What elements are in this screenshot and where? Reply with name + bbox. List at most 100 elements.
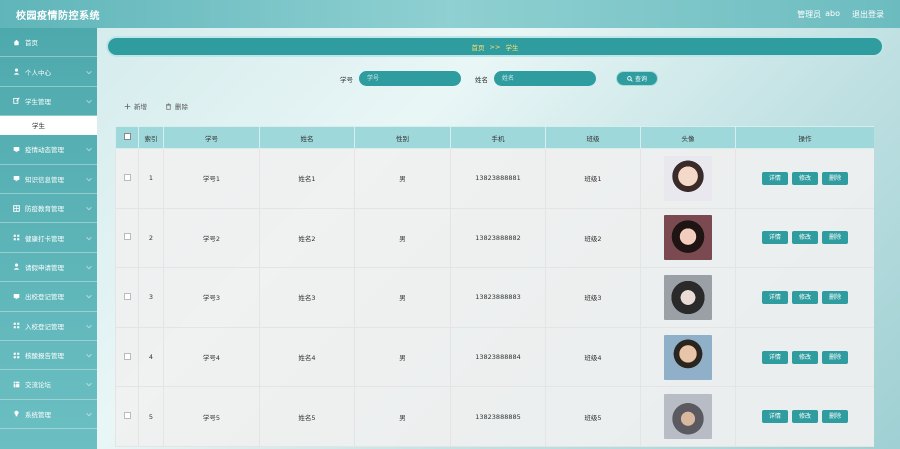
table-row: 2 学号2 姓名2 男 13823888882 班级2 详情 修改 删除 [115,207,874,269]
sidebar-item-label: 知识信息管理 [25,175,64,184]
sidebar-item-profile[interactable]: 个人中心 [0,57,97,87]
delete-row-button[interactable]: 删除 [822,231,849,245]
select-all-checkbox[interactable] [123,133,131,140]
sidebar-item-health-checkin[interactable]: 健康打卡管理 [0,223,97,253]
column-header: 手机 [450,126,546,149]
sidebar-item-epidemic-news[interactable]: 疫情动态管理 [0,135,97,165]
avatar [664,334,712,380]
logout-link[interactable]: 退出登录 [852,9,884,20]
grid-icon [12,204,20,212]
cell-student-id: 学号4 [163,326,260,388]
sidebar-subitem-student[interactable]: 学生 [0,116,97,136]
delete-row-button[interactable]: 删除 [822,171,849,185]
column-header: 班级 [545,126,641,149]
sidebar-item-exit-register[interactable]: 出校登记管理 [0,282,97,312]
delete-row-button[interactable]: 删除 [822,410,849,424]
chevron-down-icon [86,351,92,358]
avatar [664,274,712,320]
detail-button[interactable]: 详情 [761,410,788,424]
sidebar-item-forum[interactable]: 交流论坛 [0,370,97,400]
cell-student-id: 学号1 [163,148,260,209]
column-header: 学号 [163,126,260,149]
sidebar-item-leave[interactable]: 请假申请管理 [0,253,97,283]
table-row: 5 学号5 姓名5 男 13823888885 班级5 详情 修改 删除 [115,386,874,447]
detail-button[interactable]: 详情 [761,231,788,245]
breadcrumb-home[interactable]: 首页 [472,42,485,52]
sidebar-item-education[interactable]: 防疫教育管理 [0,194,97,224]
cell-phone: 13823888884 [450,326,546,388]
home-icon [12,38,20,46]
delete-row-button[interactable]: 删除 [822,290,849,304]
cell-class: 班级1 [545,148,641,209]
table-row: 1 学号1 姓名1 男 13823888881 班级1 详情 修改 删除 [115,148,874,209]
user-icon [12,263,20,271]
cell-phone: 13823888883 [450,267,546,328]
sidebar-item-home[interactable]: 首页 [0,28,97,58]
delete-row-button[interactable]: 删除 [822,350,849,364]
search-icon [627,75,633,82]
apps-icon [12,234,20,242]
top-right-group: 管理员 abo 退出登录 [797,9,884,20]
breadcrumb-separator: >> [489,42,501,51]
sidebar-item-entry-register[interactable]: 入校登记管理 [0,312,97,341]
edit-button[interactable]: 修改 [791,231,818,245]
add-button[interactable]: 新增 [124,101,147,111]
cell-phone: 13823888885 [450,386,546,447]
row-checkbox[interactable] [123,173,131,181]
search-button[interactable]: 查询 [616,71,658,86]
cell-gender: 男 [354,148,451,209]
top-bar: 校园疫情防控系统 管理员 abo 退出登录 [0,0,900,28]
sidebar-item-knowledge[interactable]: 知识信息管理 [0,165,97,194]
sidebar-item-system[interactable]: 系统管理 [0,400,97,430]
sidebar-item-label: 请假申请管理 [25,263,64,272]
row-checkbox[interactable] [123,292,131,300]
cell-name: 姓名2 [259,207,355,269]
edit-button[interactable]: 修改 [791,410,818,424]
table-header-row: 索引 学号 姓名 性别 手机 班级 头像 操作 [115,126,874,149]
cell-phone: 13823888881 [450,148,546,209]
student-id-input[interactable] [359,71,461,86]
trash-icon [166,102,171,110]
edit-button[interactable]: 修改 [791,171,818,185]
cell-gender: 男 [354,326,451,388]
row-checkbox[interactable] [123,233,131,241]
sidebar: 首页 个人中心 学生管理 学生 疫情动态管理 知识信息管理 防疫教育管理 健康打… [0,28,97,449]
detail-button[interactable]: 详情 [761,290,788,304]
delete-button[interactable]: 删除 [165,101,188,111]
edit-button[interactable]: 修改 [791,350,818,364]
chevron-down-icon [86,234,92,240]
table-row: 3 学号3 姓名3 男 13823888883 班级3 详情 修改 删除 [115,267,874,328]
chevron-down-icon [86,204,92,211]
cell-class: 班级2 [545,207,641,269]
detail-button[interactable]: 详情 [761,171,788,185]
edit-button[interactable]: 修改 [791,290,818,304]
row-checkbox[interactable] [123,352,131,360]
table-row: 4 学号4 姓名4 男 13823888884 班级4 详情 修改 删除 [115,326,874,388]
cell-phone: 13823888882 [450,207,546,269]
column-header: 姓名 [259,126,355,149]
name-input[interactable] [494,71,596,86]
cell-gender: 男 [354,386,451,447]
cell-gender: 男 [354,207,451,269]
plus-icon [124,103,131,109]
user-role: 管理员 [797,9,822,19]
chevron-down-icon [86,322,92,329]
name-label: 姓名 [475,75,488,84]
row-checkbox[interactable] [123,412,131,420]
column-header: 操作 [735,126,874,149]
cell-name: 姓名1 [259,148,355,209]
action-bar: 新增 删除 [124,101,188,111]
detail-button[interactable]: 详情 [761,350,788,364]
monitor-icon [12,145,20,153]
avatar [664,155,712,201]
chevron-down-icon [86,146,92,152]
cell-name: 姓名4 [259,326,355,388]
add-button-label: 新增 [134,103,147,111]
monitor-icon [12,175,20,183]
sidebar-item-students[interactable]: 学生管理 [0,87,97,117]
cell-gender: 男 [354,267,451,328]
sidebar-item-label: 疫情动态管理 [25,146,64,155]
cell-index: 5 [138,386,164,447]
sidebar-item-nucleic-report[interactable]: 核酸报告管理 [0,341,97,371]
search-button-label: 查询 [634,76,647,83]
